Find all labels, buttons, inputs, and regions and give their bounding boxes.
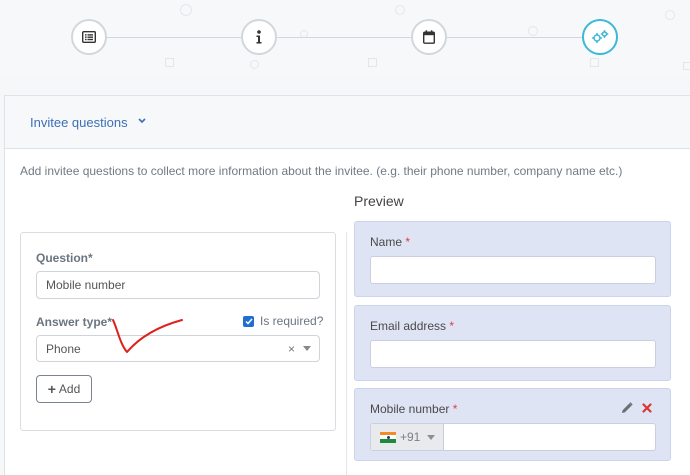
name-field-label: Name — [370, 235, 403, 249]
background-decoration — [665, 10, 675, 20]
answer-type-value: Phone — [46, 341, 81, 356]
plus-icon: + — [47, 381, 56, 397]
clear-icon[interactable]: × — [288, 342, 295, 356]
background-decoration — [250, 60, 259, 69]
preview-field-label: Email address * — [370, 319, 454, 333]
background-decoration — [368, 58, 377, 67]
is-required-checkbox[interactable] — [243, 315, 254, 327]
preview-field-mobile: Mobile number * +91 — [354, 388, 671, 461]
country-code: +91 — [400, 430, 421, 444]
step-advanced-settings[interactable] — [582, 19, 618, 55]
step-schedule[interactable] — [411, 19, 447, 55]
background-decoration — [683, 62, 690, 70]
section-title[interactable]: Invitee questions — [30, 115, 128, 130]
add-button-label: Add — [58, 382, 81, 396]
question-input-value: Mobile number — [46, 278, 126, 292]
step-connector — [447, 37, 583, 38]
preview-field-label: Mobile number * — [370, 402, 457, 416]
step-connector — [277, 37, 412, 38]
step-connector — [107, 37, 242, 38]
is-required-toggle[interactable]: Is required? — [243, 314, 323, 328]
step-event-details[interactable] — [71, 19, 107, 55]
country-code-select[interactable]: +91 — [371, 424, 444, 450]
check-icon — [244, 318, 253, 325]
required-asterisk: * — [405, 235, 411, 249]
required-asterisk: * — [449, 319, 455, 333]
preview-field-email: Email address * — [354, 305, 671, 381]
gears-icon — [591, 30, 609, 44]
question-label: Question* — [36, 251, 93, 265]
section-description: Add invitee questions to collect more in… — [20, 164, 623, 178]
column-divider — [346, 232, 347, 475]
answer-type-label: Answer type* — [36, 315, 113, 329]
caret-down-icon — [427, 434, 436, 440]
question-input[interactable]: Mobile number — [36, 271, 320, 299]
background-decoration — [395, 5, 405, 15]
list-icon — [82, 31, 96, 43]
email-field-label: Email address — [370, 319, 447, 333]
mobile-input[interactable]: +91 — [370, 423, 656, 451]
field-tools — [621, 402, 652, 414]
calendar-icon — [423, 30, 435, 44]
caret-down-icon[interactable] — [303, 346, 311, 351]
red-check-annotation — [112, 319, 183, 353]
preview-title: Preview — [354, 193, 404, 209]
invitee-questions-card: Invitee questions Add invitee questions … — [4, 95, 690, 475]
edit-icon[interactable] — [621, 402, 633, 414]
background-decoration — [165, 58, 174, 67]
india-flag-icon — [380, 431, 396, 443]
email-input[interactable] — [370, 340, 656, 368]
is-required-label: Is required? — [260, 314, 324, 328]
wizard-stepper — [0, 0, 690, 76]
required-asterisk: * — [452, 402, 458, 416]
mobile-field-label: Mobile number — [370, 402, 450, 416]
preview-field-label: Name * — [370, 235, 410, 249]
preview-field-name: Name * — [354, 221, 671, 297]
info-icon — [256, 30, 262, 44]
background-decoration — [590, 58, 599, 67]
background-decoration — [528, 26, 538, 36]
step-info[interactable] — [241, 19, 277, 55]
delete-icon[interactable] — [642, 403, 652, 413]
chevron-down-icon[interactable] — [138, 118, 146, 124]
section-header[interactable]: Invitee questions — [5, 96, 690, 149]
add-question-button[interactable]: + Add — [36, 375, 92, 403]
background-decoration — [180, 4, 192, 16]
name-input[interactable] — [370, 256, 656, 284]
